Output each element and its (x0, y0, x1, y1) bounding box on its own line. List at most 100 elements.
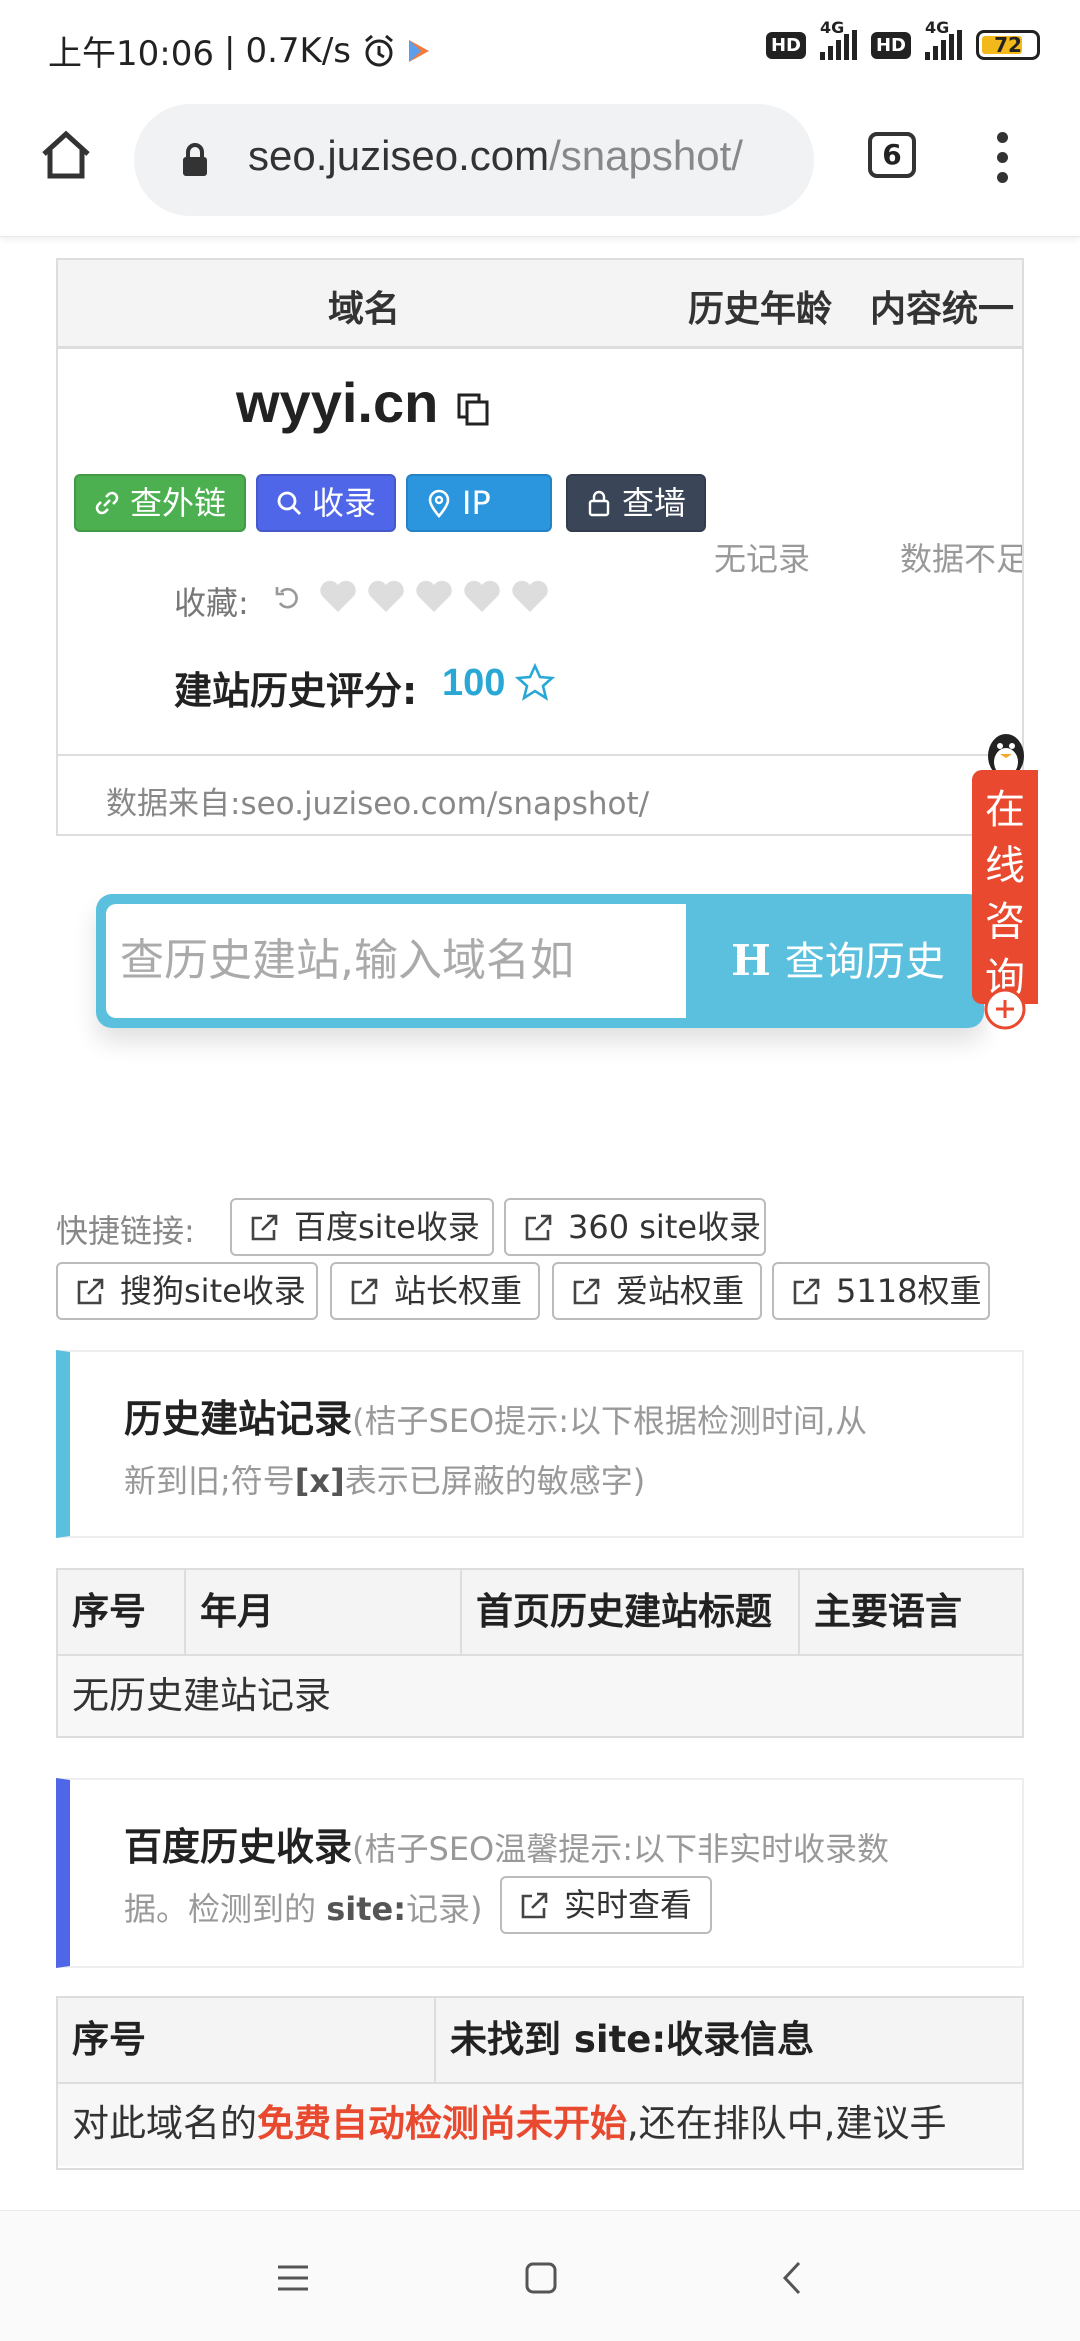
favorite-hearts[interactable] (316, 574, 552, 618)
play-store-icon (409, 39, 429, 62)
col-content: 内容统一 (870, 289, 1015, 330)
baidu-col-index: 序号 (58, 1998, 436, 2082)
favorite-label: 收藏: (174, 584, 249, 622)
history-title-line: 历史建站记录(桔子SEO提示:以下根据检测时间,从 (124, 1388, 867, 1443)
network-type-2: 4G (925, 18, 950, 37)
external-link-icon (573, 1278, 600, 1305)
copy-icon[interactable] (456, 392, 490, 426)
alarm-icon (365, 34, 393, 66)
history-col-month: 年月 (186, 1570, 462, 1654)
separator: | (223, 30, 236, 71)
history-section-header: 历史建站记录(桔子SEO提示:以下根据检测时间,从 新到旧;符号[x]表示已屏蔽… (56, 1350, 1024, 1538)
external-link-icon (521, 1892, 548, 1919)
quick-link-label: 百度site收录 (294, 1208, 480, 1246)
baidu-note-2a: 据。检测到的 (124, 1890, 327, 1928)
wall-check-label: 查墙 (622, 484, 687, 522)
heart-icon[interactable] (316, 574, 360, 618)
baidu-col-info: 未找到 site:收录信息 (450, 2018, 815, 2061)
wall-check-button[interactable]: 查墙 (566, 474, 706, 532)
back-icon[interactable] (774, 2259, 812, 2297)
quick-link-label: 搜狗site收录 (120, 1272, 306, 1310)
home-nav-icon[interactable] (522, 2259, 560, 2297)
heart-icon[interactable] (364, 574, 408, 618)
baidu-title-line: 百度历史收录(桔子SEO温馨提示:以下非实时收录数 (124, 1816, 889, 1871)
history-col-language: 主要语言 (814, 1590, 962, 1633)
url-host: seo.juziseo.com (248, 132, 550, 179)
col-age: 历史年龄 (688, 289, 833, 330)
baidu-status-c: ,还在排队中,建议手 (627, 2102, 947, 2145)
system-nav-bar (0, 2210, 1080, 2341)
ip-label: IP (462, 484, 491, 522)
search-history-button[interactable]: H 查询历史 (700, 904, 976, 1018)
search-input[interactable]: 查历史建站,输入域名如 (106, 904, 686, 1018)
hd-badge-1: HD (765, 31, 806, 59)
heart-icon[interactable] (412, 574, 456, 618)
index-label: 收录 (312, 484, 377, 522)
external-link-icon (793, 1278, 820, 1305)
score-label: 建站历史评分: (174, 669, 418, 713)
star-icon (514, 662, 556, 701)
heart-icon[interactable] (460, 574, 504, 618)
quick-link-360[interactable]: 360 site收录 (504, 1198, 766, 1256)
quick-link-label: 360 site收录 (568, 1208, 762, 1246)
external-links-button[interactable]: 查外链 (74, 474, 246, 532)
status-left: 上午10:06 | 0.7K/s (48, 26, 431, 75)
quick-link-5118[interactable]: 5118权重 (772, 1262, 990, 1320)
ip-button[interactable]: IP (406, 474, 552, 532)
baidu-table-header: 序号 未找到 site:收录信息 (58, 1998, 1022, 2084)
index-button[interactable]: 收录 (256, 474, 396, 532)
search-history-label: 查询历史 (784, 939, 945, 985)
history-title: 历史建站记录 (124, 1397, 353, 1441)
search-icon (277, 491, 301, 515)
plus-icon[interactable] (984, 988, 1026, 1030)
battery-icon: 72 (976, 30, 1040, 60)
age-value: 无记录 (714, 540, 811, 578)
domain-table: 域名 历史年龄 内容统一 wyyi.cn 查外链 收录 IP 查墙 收藏: 建站… (56, 258, 1024, 836)
external-link-icon (525, 1214, 552, 1241)
status-right: HD 4G HD 4G 72 (765, 18, 1040, 60)
history-note-1: (桔子SEO提示:以下根据检测时间,从 (352, 1402, 868, 1440)
external-link-icon (251, 1214, 278, 1241)
url-path: /snapshot/ (549, 132, 743, 179)
baidu-status-row: 对此域名的免费自动检测尚未开始,还在排队中,建议手 (58, 2084, 1022, 2166)
status-bar: 上午10:06 | 0.7K/s HD 4G HD 4G 72 (0, 0, 1080, 96)
baidu-title: 百度历史收录 (124, 1825, 353, 1869)
address-bar[interactable]: seo.juziseo.com/snapshot/ (134, 104, 814, 216)
tab-switcher-button[interactable]: 6 (868, 132, 916, 178)
quick-link-aizhan[interactable]: 爱站权重 (552, 1262, 762, 1320)
history-h-icon: H (731, 936, 771, 985)
quick-links-label: 快捷链接: (56, 1212, 195, 1250)
signal-icon-1: 4G (819, 18, 857, 60)
col-domain: 域名 (328, 289, 401, 330)
quick-link-chinaz[interactable]: 站长权重 (330, 1262, 540, 1320)
online-consult-label: 在线咨询 (972, 770, 1038, 1004)
lock-icon (183, 143, 207, 176)
baidu-status-a: 对此域名的 (72, 2102, 257, 2145)
history-empty-row: 无历史建站记录 (58, 1656, 1022, 1736)
history-table-header: 序号 年月 首页历史建站标题 主要语言 (58, 1570, 1022, 1656)
external-link-icon (77, 1278, 104, 1305)
baidu-section-header: 百度历史收录(桔子SEO温馨提示:以下非实时收录数 据。检测到的 site:记录… (56, 1778, 1024, 1968)
online-consult-widget[interactable]: 在线咨询 (972, 730, 1038, 1030)
quick-link-baidu[interactable]: 百度site收录 (230, 1198, 494, 1256)
history-col-title: 首页历史建站标题 (462, 1570, 800, 1654)
network-speed: 0.7K/s (245, 30, 351, 71)
quick-link-label: 站长权重 (394, 1272, 523, 1310)
home-icon[interactable] (38, 126, 94, 182)
lock-icon (588, 490, 610, 517)
menu-icon[interactable] (274, 2259, 312, 2297)
url-text[interactable]: seo.juziseo.com/snapshot/ (248, 132, 808, 180)
content-value: 数据不足 (900, 540, 1024, 578)
quick-link-sogou[interactable]: 搜狗site收录 (56, 1262, 318, 1320)
history-note-2a: 新到旧;符号 (124, 1462, 295, 1500)
refresh-icon[interactable] (272, 582, 302, 612)
link-icon (95, 491, 119, 515)
overflow-menu-icon[interactable] (990, 132, 1014, 192)
history-note-2b: [x] (294, 1462, 345, 1500)
baidu-note-2c: 记录) (406, 1890, 483, 1928)
realtime-view-button[interactable]: 实时查看 (500, 1876, 712, 1934)
heart-icon[interactable] (508, 574, 552, 618)
network-type-1: 4G (819, 18, 845, 37)
score-value: 100 (442, 662, 506, 704)
quick-link-label: 爱站权重 (616, 1272, 745, 1310)
